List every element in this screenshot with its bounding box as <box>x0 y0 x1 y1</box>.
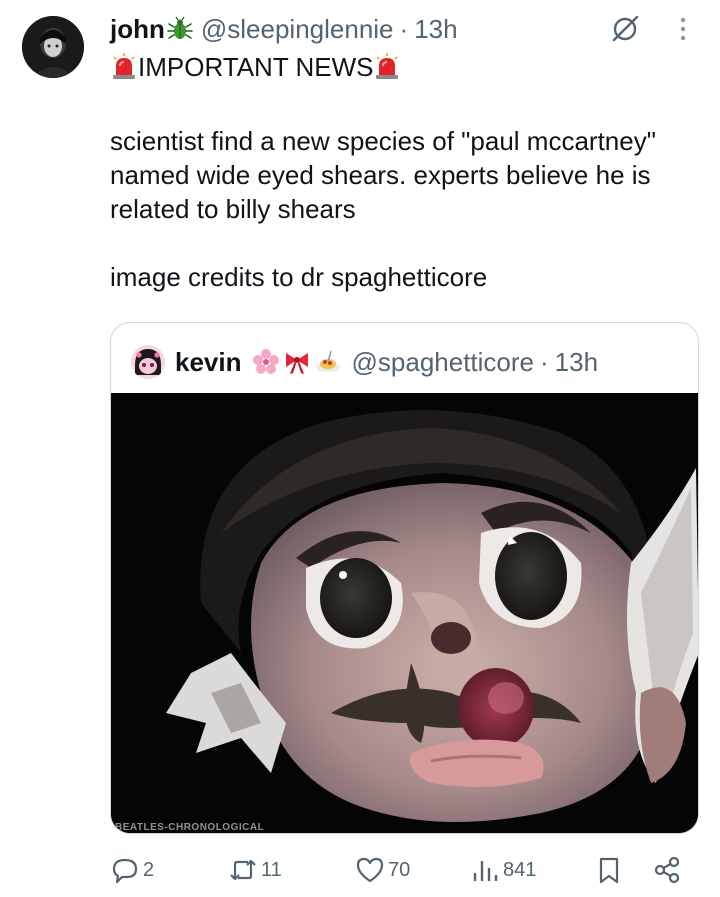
bookmark-icon <box>599 857 619 884</box>
avatar-image <box>22 16 84 78</box>
action-bar: 2 11 70 841 <box>110 850 710 890</box>
tweet: john @sleepinglennie · 13h IMPORTANT NEW… <box>0 0 720 897</box>
views-icon <box>473 861 498 881</box>
spaghetti-icon <box>314 348 342 376</box>
siren-icon <box>110 53 138 81</box>
repost-count: 11 <box>261 858 282 881</box>
timestamp[interactable]: 13h <box>414 12 457 46</box>
share-icon <box>654 856 680 884</box>
more-options-icon[interactable] <box>676 14 690 44</box>
separator-dot: · <box>399 14 409 44</box>
quoted-author-handle[interactable]: @spaghetticore <box>352 347 535 378</box>
reply-icon <box>112 858 138 884</box>
author-name[interactable]: john <box>110 12 165 46</box>
views-count: 841 <box>503 858 537 881</box>
share-button[interactable] <box>652 850 685 890</box>
repost-icon <box>230 859 256 881</box>
tweet-body: scientist find a new species of "paul mc… <box>110 124 710 294</box>
author-avatar[interactable] <box>22 16 84 78</box>
headline-text: IMPORTANT NEWS <box>138 52 374 82</box>
body-paragraph: scientist find a new species of "paul mc… <box>110 126 656 224</box>
like-count: 70 <box>388 858 411 881</box>
body-paragraph: image credits to dr spaghetticore <box>110 262 488 292</box>
grok-icon[interactable] <box>608 12 642 46</box>
quoted-author-avatar <box>131 345 165 379</box>
tweet-headline: IMPORTANT NEWS <box>110 50 401 84</box>
reply-count: 2 <box>143 858 155 881</box>
tweet-header: john @sleepinglennie · 13h <box>110 12 458 46</box>
author-handle[interactable]: @sleepinglennie <box>201 12 394 46</box>
views-button[interactable]: 841 <box>470 850 536 890</box>
quoted-media-image[interactable]: BEATLES-CHRONOLOGICAL <box>111 393 698 833</box>
bookmark-button[interactable] <box>594 850 627 890</box>
ribbon-icon <box>283 348 311 376</box>
quoted-author-name[interactable]: kevin <box>175 347 242 378</box>
quoted-tweet[interactable]: kevin @spaghetticore · 13h BEATLES-CHRON… <box>110 322 699 834</box>
quoted-tweet-header: kevin @spaghetticore · 13h <box>131 343 598 381</box>
image-watermark: BEATLES-CHRONOLOGICAL <box>115 822 265 833</box>
beetle-icon <box>167 16 193 42</box>
cherry-blossom-icon <box>252 348 280 376</box>
quoted-timestamp[interactable]: 13h <box>555 347 598 378</box>
siren-icon <box>373 53 401 81</box>
separator-dot: · <box>540 346 549 377</box>
heart-icon <box>356 857 384 883</box>
like-button[interactable]: 70 <box>355 850 410 890</box>
reply-button[interactable]: 2 <box>110 850 154 890</box>
repost-button[interactable]: 11 <box>228 850 282 890</box>
